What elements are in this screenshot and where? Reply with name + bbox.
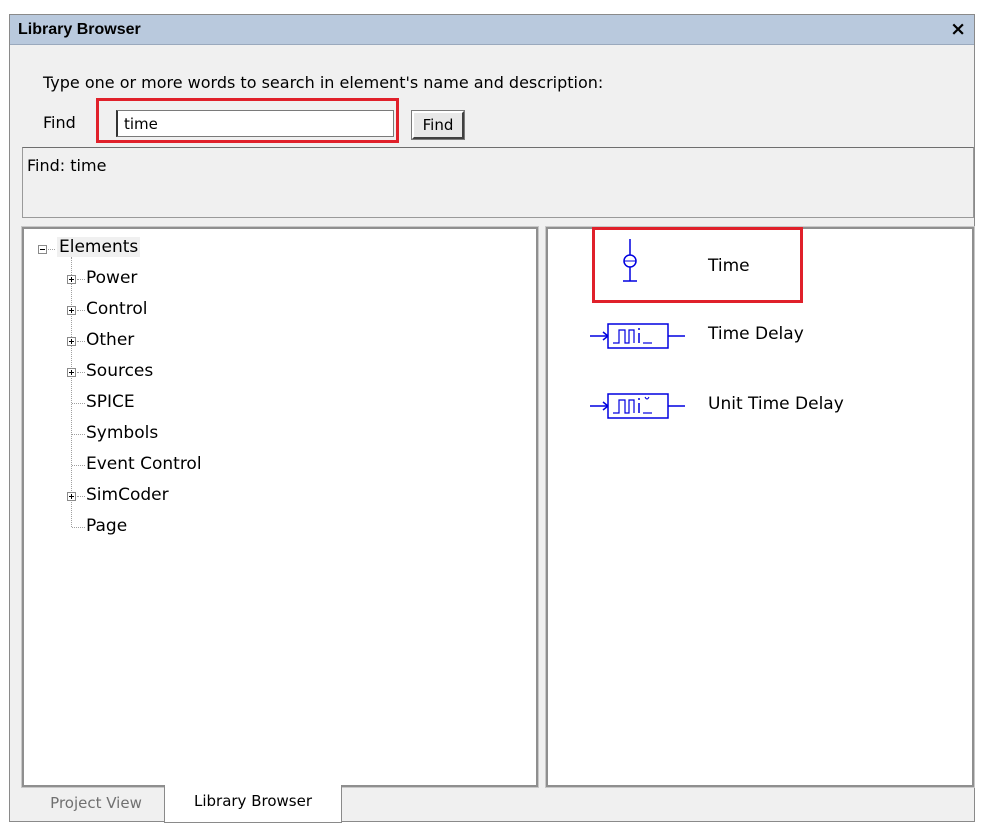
tree-item-symbols[interactable]: Symbols <box>86 423 158 443</box>
tree-item-spice[interactable]: SPICE <box>86 392 135 412</box>
collapse-icon[interactable] <box>38 245 47 254</box>
tree-item-control[interactable]: Control <box>86 299 147 319</box>
title-bar: Library Browser × <box>10 15 974 45</box>
time-delay-block-icon[interactable] <box>588 319 688 353</box>
expand-icon-control[interactable] <box>67 306 76 315</box>
find-button[interactable]: Find <box>411 110 465 140</box>
tree-item-power[interactable]: Power <box>86 268 137 288</box>
tab-project-view[interactable]: Project View <box>20 787 172 821</box>
expand-icon-other[interactable] <box>67 337 76 346</box>
tree-item-page[interactable]: Page <box>86 516 127 536</box>
tree-item-other[interactable]: Other <box>86 330 134 350</box>
expand-icon-power[interactable] <box>67 275 76 284</box>
result-time[interactable]: Time <box>708 256 750 276</box>
result-time-delay[interactable]: Time Delay <box>708 324 804 344</box>
search-description: Type one or more words to search in elem… <box>43 73 604 92</box>
unit-time-delay-block-icon[interactable] <box>588 389 688 423</box>
close-icon[interactable]: × <box>950 17 966 41</box>
tab-library-browser[interactable]: Library Browser <box>164 785 342 823</box>
find-label: Find <box>43 113 76 132</box>
element-list[interactable]: Time Time Delay Unit Time Delay <box>545 226 975 788</box>
window-title: Library Browser <box>18 21 141 38</box>
tree-item-event-control[interactable]: Event Control <box>86 454 202 474</box>
find-status-area: Find: time <box>22 147 974 218</box>
element-tree[interactable]: Elements Power Control Other Sources SPI… <box>21 226 539 788</box>
expand-icon-sources[interactable] <box>67 368 76 377</box>
library-browser-panel: Library Browser × Type one or more words… <box>9 14 975 823</box>
time-source-icon[interactable] <box>618 237 642 289</box>
tree-item-simcoder[interactable]: SimCoder <box>86 485 169 505</box>
find-status-text: Find: time <box>27 156 107 175</box>
expand-icon-simcoder[interactable] <box>67 492 76 501</box>
tree-item-sources[interactable]: Sources <box>86 361 153 381</box>
tree-root-elements[interactable]: Elements <box>57 237 141 257</box>
result-unit-time-delay[interactable]: Unit Time Delay <box>708 394 844 414</box>
bottom-tab-bar: Project View Library Browser <box>10 785 974 823</box>
search-input[interactable] <box>116 110 394 137</box>
